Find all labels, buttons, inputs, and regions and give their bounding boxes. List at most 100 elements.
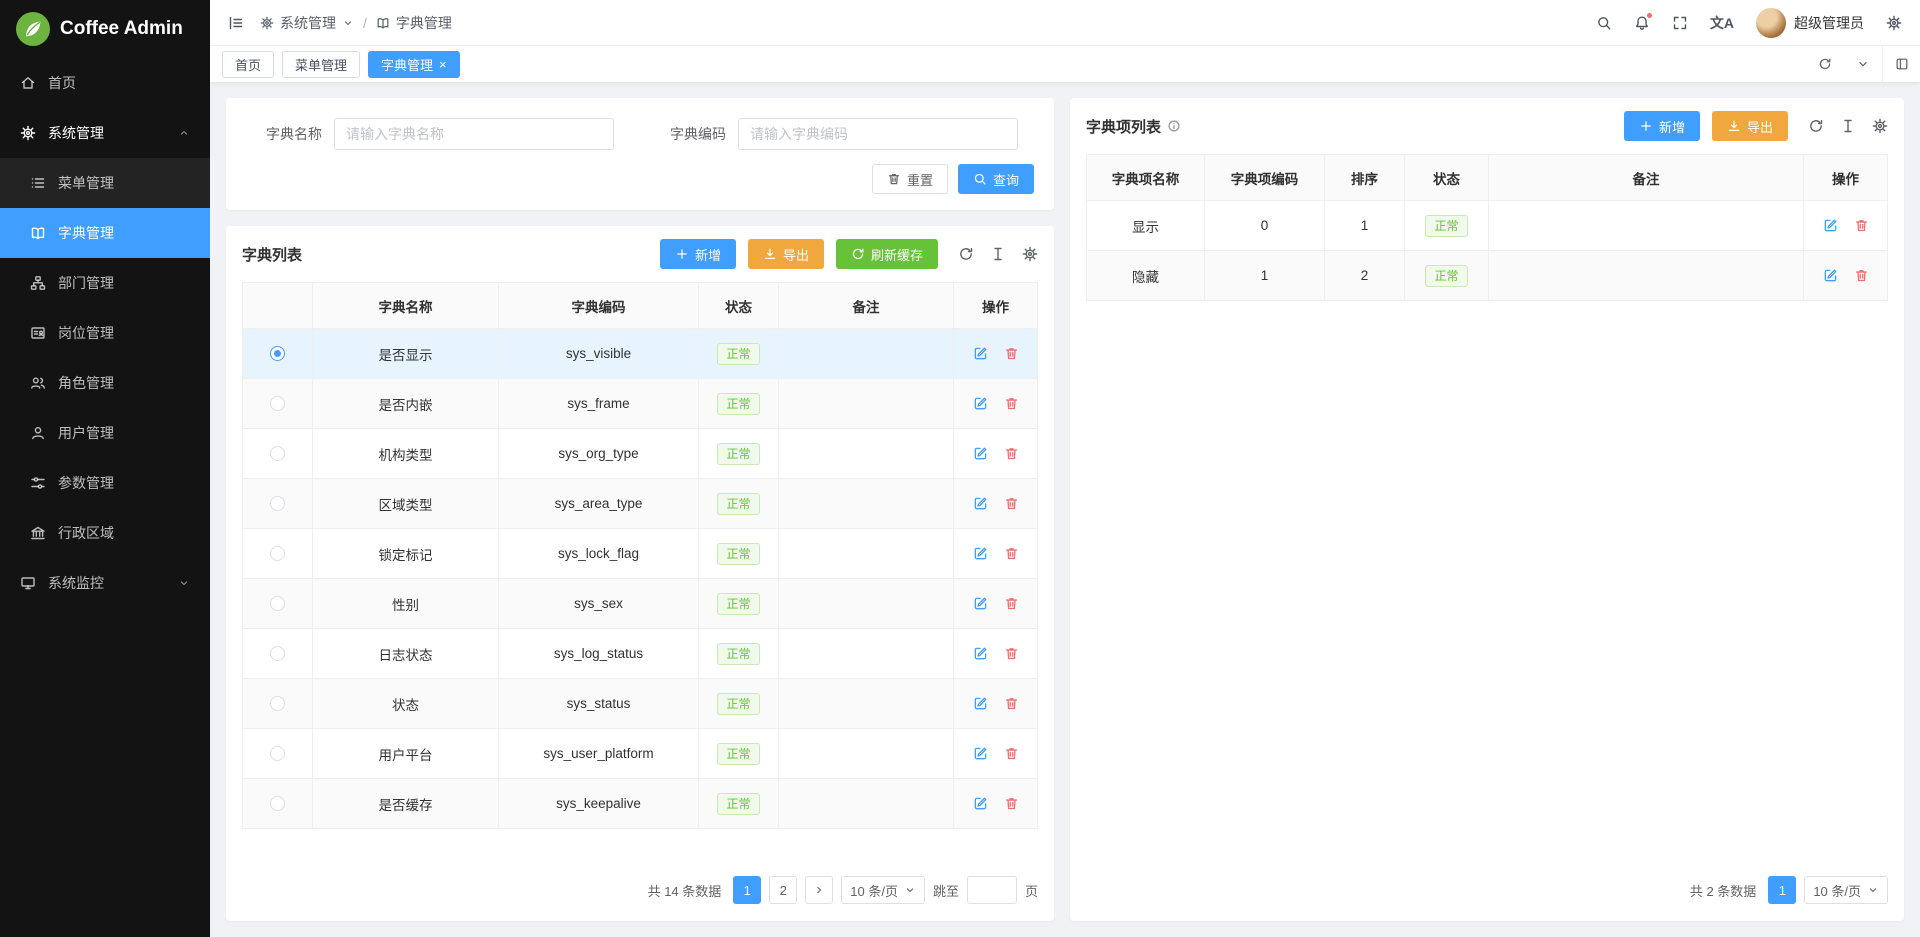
menu-fold-icon[interactable] — [228, 15, 244, 31]
close-icon[interactable]: × — [439, 58, 447, 71]
table-row[interactable]: 用户平台 sys_user_platform 正常 — [243, 729, 1038, 779]
table-row[interactable]: 状态 sys_status 正常 — [243, 679, 1038, 729]
delete-icon[interactable] — [1004, 496, 1019, 511]
delete-icon[interactable] — [1854, 268, 1869, 283]
sidebar-item-user-management[interactable]: 用户管理 — [0, 408, 210, 458]
row-radio[interactable] — [270, 696, 285, 711]
layout-icon[interactable] — [1882, 46, 1920, 82]
sidebar-item-label: 菜单管理 — [58, 173, 190, 193]
edit-icon[interactable] — [1823, 218, 1838, 233]
settings-gear-icon[interactable] — [1022, 246, 1038, 262]
dict-name-input[interactable] — [334, 118, 614, 150]
table-row[interactable]: 是否缓存 sys_keepalive 正常 — [243, 779, 1038, 829]
breadcrumb-item-dict[interactable]: 字典管理 — [376, 13, 452, 33]
notification-bell-icon[interactable] — [1634, 15, 1650, 31]
refresh-icon[interactable] — [1808, 118, 1824, 134]
delete-icon[interactable] — [1004, 646, 1019, 661]
table-row[interactable]: 区域类型 sys_area_type 正常 — [243, 479, 1038, 529]
page-button-2[interactable]: 2 — [769, 876, 797, 904]
breadcrumb-item-system[interactable]: 系统管理 — [260, 13, 354, 33]
sidebar-group-system-management[interactable]: 系统管理 — [0, 108, 210, 158]
sidebar-item-post-management[interactable]: 岗位管理 — [0, 308, 210, 358]
settings-gear-icon[interactable] — [1872, 118, 1888, 134]
sidebar-item-dict-management[interactable]: 字典管理 — [0, 208, 210, 258]
row-radio[interactable] — [270, 546, 285, 561]
row-radio[interactable] — [270, 346, 285, 361]
row-radio[interactable] — [270, 496, 285, 511]
page-button-1[interactable]: 1 — [733, 876, 761, 904]
fullscreen-icon[interactable] — [1672, 15, 1688, 31]
edit-icon[interactable] — [973, 646, 988, 661]
sidebar-item-role-management[interactable]: 角色管理 — [0, 358, 210, 408]
table-row[interactable]: 性别 sys_sex 正常 — [243, 579, 1038, 629]
org-tree-icon — [30, 275, 46, 291]
row-radio[interactable] — [270, 646, 285, 661]
page-size-select[interactable]: 10 条/页 — [841, 876, 925, 904]
delete-icon[interactable] — [1004, 746, 1019, 761]
table-row[interactable]: 日志状态 sys_log_status 正常 — [243, 629, 1038, 679]
row-radio[interactable] — [270, 396, 285, 411]
row-radio[interactable] — [270, 446, 285, 461]
sidebar-item-menu-management[interactable]: 菜单管理 — [0, 158, 210, 208]
page-button-1[interactable]: 1 — [1768, 876, 1796, 904]
query-button[interactable]: 查询 — [958, 164, 1034, 194]
sidebar-group-system-monitor[interactable]: 系统监控 — [0, 558, 210, 608]
column-settings-icon[interactable] — [1840, 118, 1856, 134]
reset-button[interactable]: 重置 — [872, 164, 948, 194]
add-button[interactable]: 新增 — [660, 239, 736, 269]
edit-icon[interactable] — [973, 546, 988, 561]
dict-code-input[interactable] — [738, 118, 1018, 150]
edit-icon[interactable] — [973, 696, 988, 711]
column-settings-icon[interactable] — [990, 246, 1006, 262]
delete-icon[interactable] — [1004, 596, 1019, 611]
delete-icon[interactable] — [1004, 546, 1019, 561]
table-row[interactable]: 机构类型 sys_org_type 正常 — [243, 429, 1038, 479]
edit-icon[interactable] — [973, 396, 988, 411]
sidebar-item-param-management[interactable]: 参数管理 — [0, 458, 210, 508]
export-button[interactable]: 导出 — [1712, 111, 1788, 141]
delete-icon[interactable] — [1004, 796, 1019, 811]
row-radio[interactable] — [270, 596, 285, 611]
add-button[interactable]: 新增 — [1624, 111, 1700, 141]
jump-page-input[interactable] — [967, 876, 1017, 904]
next-page-button[interactable] — [805, 876, 833, 904]
settings-gear-icon[interactable] — [1886, 15, 1902, 31]
edit-icon[interactable] — [1823, 268, 1838, 283]
table-row[interactable]: 是否显示 sys_visible 正常 — [243, 329, 1038, 379]
sidebar-item-label: 行政区域 — [58, 523, 190, 543]
refresh-icon[interactable] — [958, 246, 974, 262]
sidebar-item-label: 参数管理 — [58, 473, 190, 493]
tab-dict-management[interactable]: 字典管理 × — [368, 51, 460, 78]
table-row[interactable]: 显示 0 1 正常 — [1087, 201, 1888, 251]
chevron-down-icon[interactable] — [1844, 46, 1882, 82]
page-size-select[interactable]: 10 条/页 — [1804, 876, 1888, 904]
delete-icon[interactable] — [1004, 396, 1019, 411]
tab-home[interactable]: 首页 — [222, 51, 274, 78]
delete-icon[interactable] — [1854, 218, 1869, 233]
refresh-icon[interactable] — [1806, 46, 1844, 82]
row-radio[interactable] — [270, 746, 285, 761]
edit-icon[interactable] — [973, 746, 988, 761]
search-icon[interactable] — [1596, 15, 1612, 31]
edit-icon[interactable] — [973, 596, 988, 611]
edit-icon[interactable] — [973, 796, 988, 811]
tab-menu-management[interactable]: 菜单管理 — [282, 51, 360, 78]
delete-icon[interactable] — [1004, 696, 1019, 711]
edit-icon[interactable] — [973, 496, 988, 511]
sidebar-item-home[interactable]: 首页 — [0, 58, 210, 108]
edit-icon[interactable] — [973, 446, 988, 461]
sidebar-item-dept-management[interactable]: 部门管理 — [0, 258, 210, 308]
refresh-cache-button[interactable]: 刷新缓存 — [836, 239, 938, 269]
app-logo[interactable]: Coffee Admin — [0, 0, 210, 58]
edit-icon[interactable] — [973, 346, 988, 361]
export-button[interactable]: 导出 — [748, 239, 824, 269]
table-row[interactable]: 隐藏 1 2 正常 — [1087, 251, 1888, 301]
user-menu[interactable]: 超级管理员 — [1756, 8, 1864, 38]
delete-icon[interactable] — [1004, 446, 1019, 461]
table-row[interactable]: 是否内嵌 sys_frame 正常 — [243, 379, 1038, 429]
row-radio[interactable] — [270, 796, 285, 811]
table-row[interactable]: 锁定标记 sys_lock_flag 正常 — [243, 529, 1038, 579]
sidebar-item-admin-region[interactable]: 行政区域 — [0, 508, 210, 558]
delete-icon[interactable] — [1004, 346, 1019, 361]
translate-icon[interactable]: 文A — [1710, 13, 1734, 33]
